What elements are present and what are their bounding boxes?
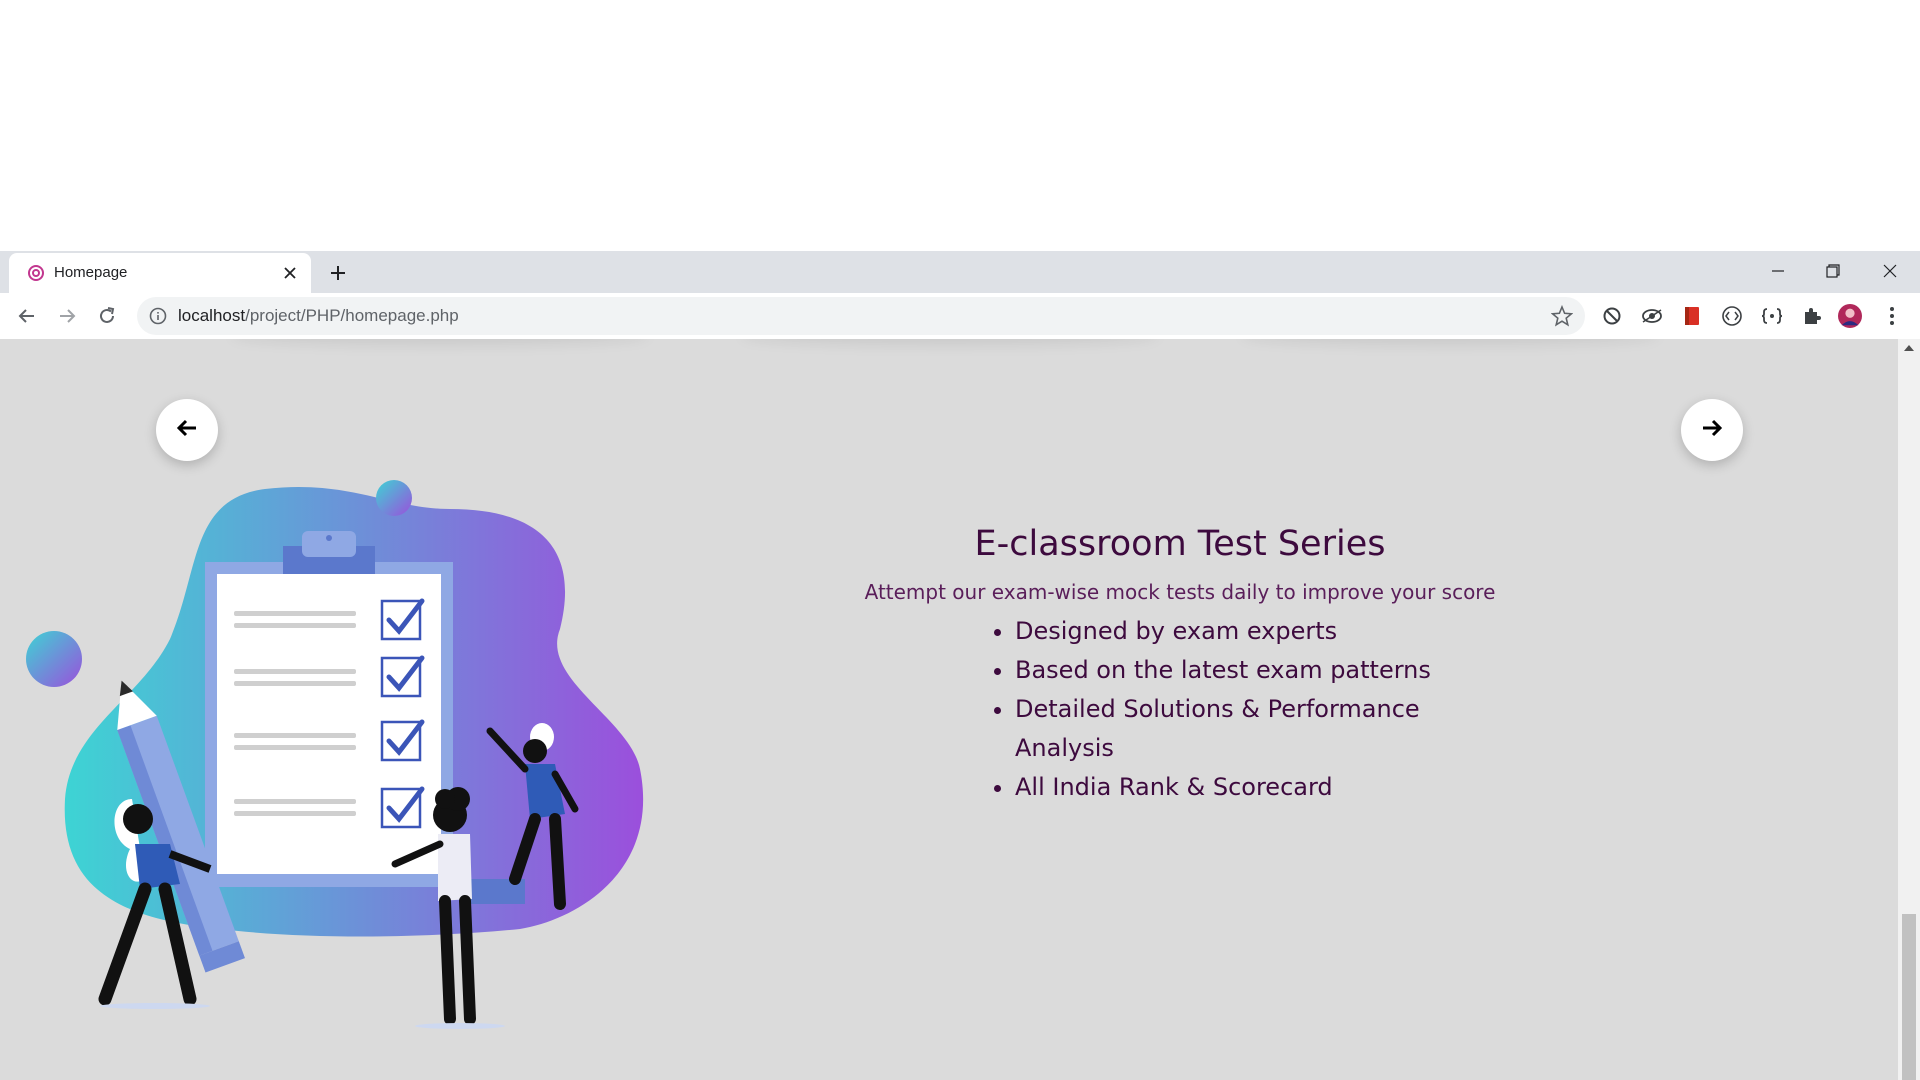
tab-title: Homepage bbox=[54, 264, 128, 281]
site-favicon-icon bbox=[27, 264, 45, 282]
close-window-icon[interactable] bbox=[1870, 256, 1910, 286]
profile-avatar[interactable] bbox=[1838, 304, 1862, 328]
code-extension-icon[interactable] bbox=[1720, 304, 1744, 328]
next-slide-button[interactable] bbox=[1681, 399, 1743, 461]
subtitle: Attempt our exam-wise mock tests daily t… bbox=[864, 580, 1496, 604]
browser-toolbar: localhost/project/PHP/homepage.php bbox=[0, 293, 1920, 339]
back-icon[interactable] bbox=[13, 302, 41, 330]
browser-tab[interactable]: Homepage bbox=[9, 253, 311, 293]
reload-icon[interactable] bbox=[93, 302, 121, 330]
test-series-illustration bbox=[26, 480, 644, 1029]
arrow-right-icon bbox=[1701, 418, 1723, 442]
list-item: Based on the latest exam patterns bbox=[1015, 651, 1500, 690]
url-text[interactable]: localhost/project/PHP/homepage.php bbox=[178, 306, 459, 326]
site-info-icon[interactable] bbox=[149, 307, 167, 325]
page-viewport: E-classroom Test Series Attempt our exam… bbox=[0, 339, 1898, 1080]
new-tab-button[interactable] bbox=[325, 260, 351, 286]
json-extension-icon[interactable] bbox=[1760, 304, 1784, 328]
arrow-left-icon bbox=[176, 418, 198, 442]
test-series-content: E-classroom Test Series Attempt our exam… bbox=[860, 524, 1500, 807]
bookmark-star-icon[interactable] bbox=[1550, 304, 1574, 327]
address-bar[interactable]: localhost/project/PHP/homepage.php bbox=[137, 297, 1585, 335]
tab-close-icon[interactable] bbox=[279, 262, 301, 284]
url-host: localhost bbox=[178, 306, 246, 325]
eye-extension-icon[interactable] bbox=[1640, 304, 1664, 328]
list-item: Detailed Solutions & Performance Analysi… bbox=[1015, 690, 1500, 768]
url-path: /project/PHP/homepage.php bbox=[245, 306, 459, 325]
prev-slide-button[interactable] bbox=[156, 399, 218, 461]
scroll-thumb[interactable] bbox=[1902, 914, 1916, 1080]
minimize-window-icon[interactable] bbox=[1758, 256, 1798, 286]
scroll-up-icon[interactable] bbox=[1904, 345, 1914, 351]
vertical-scrollbar[interactable] bbox=[1898, 339, 1920, 1080]
page-title: E-classroom Test Series bbox=[974, 524, 1386, 564]
list-item: All India Rank & Scorecard bbox=[1015, 768, 1500, 807]
forward-icon[interactable] bbox=[53, 302, 81, 330]
extensions-puzzle-icon[interactable] bbox=[1800, 304, 1824, 328]
list-item: Designed by exam experts bbox=[1015, 612, 1500, 651]
browser-menu-icon[interactable] bbox=[1880, 304, 1904, 328]
restore-window-icon[interactable] bbox=[1813, 256, 1853, 286]
block-extension-icon[interactable] bbox=[1600, 304, 1624, 328]
features-list: Designed by exam experts Based on the la… bbox=[1015, 612, 1500, 807]
red-book-extension-icon[interactable] bbox=[1680, 304, 1704, 328]
